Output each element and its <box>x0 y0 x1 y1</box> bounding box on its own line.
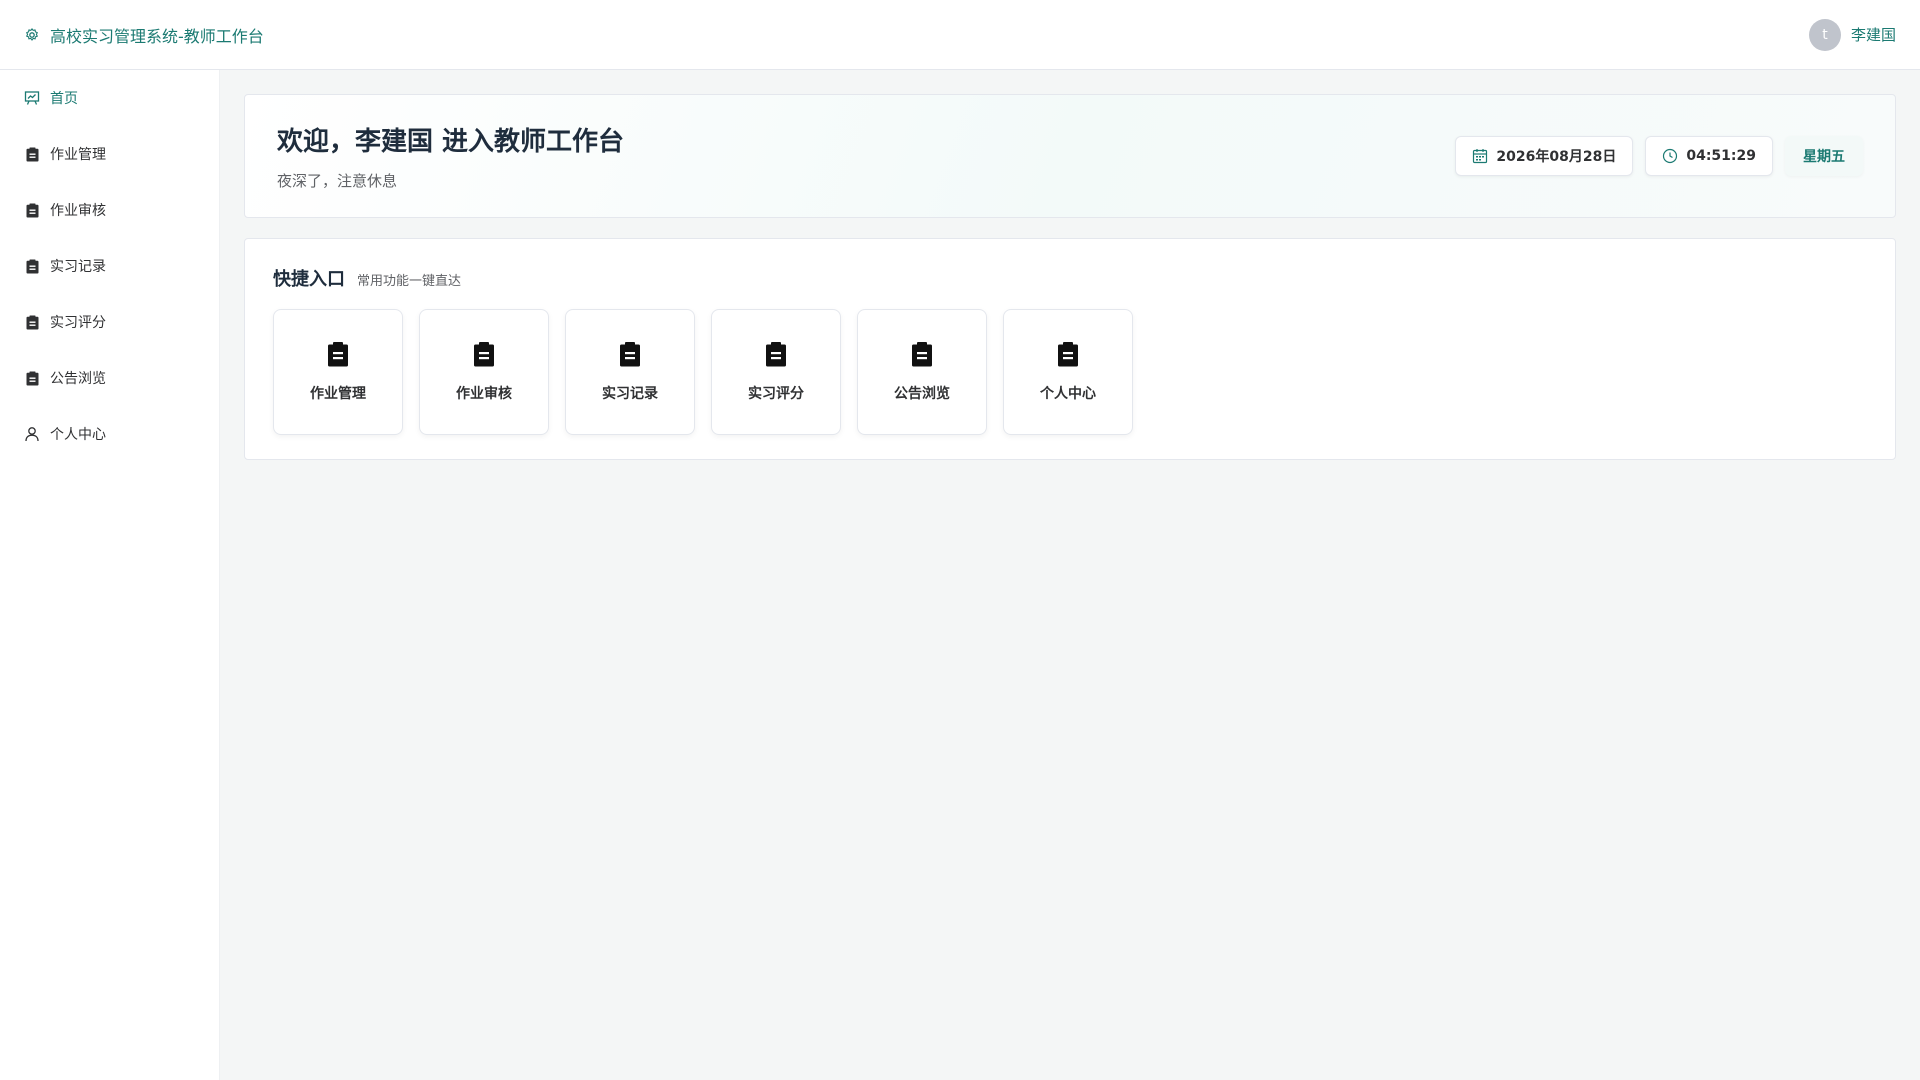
app-title: 高校实习管理系统-教师工作台 <box>50 26 264 46</box>
sidebar-item-label: 作业管理 <box>50 147 106 163</box>
quick-access-panel: 快捷入口 常用功能一键直达 作业管理 作业审核 实习记录 实习评分 公告浏览 个… <box>244 238 1896 460</box>
quick-card-label: 作业审核 <box>456 386 512 402</box>
sidebar: 首页 作业管理 作业审核 实习记录 实习评分 公告浏览 个人中心 <box>0 70 220 1080</box>
weekday-chip: 星期五 <box>1785 136 1863 176</box>
welcome-text: 欢迎，李建国 进入教师工作台 夜深了，注意休息 <box>277 121 624 191</box>
gear-icon <box>24 27 40 43</box>
clipboard-icon <box>24 370 40 386</box>
clipboard-icon <box>473 341 495 367</box>
main-content: 欢迎，李建国 进入教师工作台 夜深了，注意休息 2026年08月28日 04:5… <box>244 94 1896 460</box>
user-name[interactable]: 李建国 <box>1851 24 1896 45</box>
user-icon <box>24 426 40 442</box>
quick-access-subtitle: 常用功能一键直达 <box>357 274 462 289</box>
datetime-chips: 2026年08月28日 04:51:29 星期五 <box>1455 136 1863 176</box>
app-brand[interactable]: 高校实习管理系统-教师工作台 <box>24 23 264 47</box>
sidebar-item-label: 作业审核 <box>50 203 106 219</box>
time-text: 04:51:29 <box>1686 148 1756 164</box>
clock-icon <box>1662 148 1678 164</box>
dashboard-icon <box>24 90 40 106</box>
quick-card-label: 个人中心 <box>1040 386 1096 402</box>
clipboard-icon <box>619 341 641 367</box>
quick-card-label: 实习评分 <box>748 386 804 402</box>
avatar[interactable]: t <box>1808 18 1841 51</box>
quick-card-assignment-management[interactable]: 作业管理 <box>273 309 403 435</box>
sidebar-item-internship-grading[interactable]: 实习评分 <box>0 294 219 350</box>
date-chip: 2026年08月28日 <box>1455 136 1634 176</box>
clipboard-icon <box>24 202 40 218</box>
quick-card-label: 公告浏览 <box>894 386 950 402</box>
sidebar-item-label: 首页 <box>50 91 78 107</box>
quick-card-profile[interactable]: 个人中心 <box>1003 309 1133 435</box>
sidebar-item-assignment-management[interactable]: 作业管理 <box>0 126 219 182</box>
user-menu[interactable]: t 李建国 <box>1808 18 1896 51</box>
quick-card-internship-grading[interactable]: 实习评分 <box>711 309 841 435</box>
top-bar: 高校实习管理系统-教师工作台 t 李建国 <box>0 0 1920 70</box>
sidebar-item-label: 公告浏览 <box>50 371 106 387</box>
quick-access-title: 快捷入口 <box>273 269 345 290</box>
clipboard-icon <box>765 341 787 367</box>
quick-card-label: 作业管理 <box>310 386 366 402</box>
sidebar-item-profile[interactable]: 个人中心 <box>0 406 219 462</box>
sidebar-item-internship-records[interactable]: 实习记录 <box>0 238 219 294</box>
welcome-subtitle: 夜深了，注意休息 <box>277 172 398 190</box>
time-chip: 04:51:29 <box>1645 136 1773 176</box>
clipboard-icon <box>911 341 933 367</box>
quick-access-header: 快捷入口 常用功能一键直达 <box>273 265 1867 291</box>
quick-card-label: 实习记录 <box>602 386 658 402</box>
quick-card-announcements[interactable]: 公告浏览 <box>857 309 987 435</box>
sidebar-item-announcements[interactable]: 公告浏览 <box>0 350 219 406</box>
quick-access-cards: 作业管理 作业审核 实习记录 实习评分 公告浏览 个人中心 <box>273 309 1867 435</box>
clipboard-icon <box>24 146 40 162</box>
welcome-panel: 欢迎，李建国 进入教师工作台 夜深了，注意休息 2026年08月28日 04:5… <box>244 94 1896 218</box>
sidebar-item-label: 实习评分 <box>50 315 106 331</box>
clipboard-icon <box>1057 341 1079 367</box>
sidebar-item-label: 个人中心 <box>50 427 106 443</box>
sidebar-item-assignment-review[interactable]: 作业审核 <box>0 182 219 238</box>
welcome-title: 欢迎，李建国 进入教师工作台 <box>277 127 625 157</box>
clipboard-icon <box>24 314 40 330</box>
quick-card-internship-records[interactable]: 实习记录 <box>565 309 695 435</box>
calendar-icon <box>1472 148 1488 164</box>
clipboard-icon <box>24 258 40 274</box>
sidebar-item-home[interactable]: 首页 <box>0 70 219 126</box>
quick-card-assignment-review[interactable]: 作业审核 <box>419 309 549 435</box>
clipboard-icon <box>327 341 349 367</box>
date-text: 2026年08月28日 <box>1496 149 1617 165</box>
sidebar-item-label: 实习记录 <box>50 259 106 275</box>
